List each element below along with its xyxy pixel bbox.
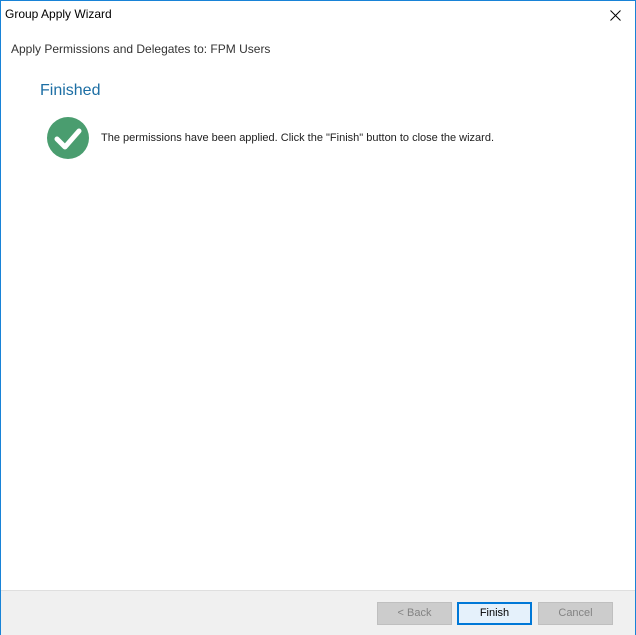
status-message: The permissions have been applied. Click… <box>101 132 495 144</box>
cancel-button[interactable]: Cancel <box>538 602 613 625</box>
title-bar: Group Apply Wizard <box>1 1 635 29</box>
close-button[interactable] <box>595 1 635 29</box>
wizard-window: Group Apply Wizard Apply Permissions and… <box>0 0 636 635</box>
check-circle-icon <box>47 117 89 159</box>
window-title: Group Apply Wizard <box>5 7 112 21</box>
button-bar: < Back Finish Cancel <box>1 590 635 635</box>
close-icon <box>609 9 621 21</box>
page-title: Finished <box>40 82 101 99</box>
status-row: The permissions have been applied. Click… <box>47 117 494 159</box>
back-button[interactable]: < Back <box>377 602 452 625</box>
finish-button[interactable]: Finish <box>457 602 532 625</box>
wizard-header-text: Apply Permissions and Delegates to: FPM … <box>11 42 271 56</box>
